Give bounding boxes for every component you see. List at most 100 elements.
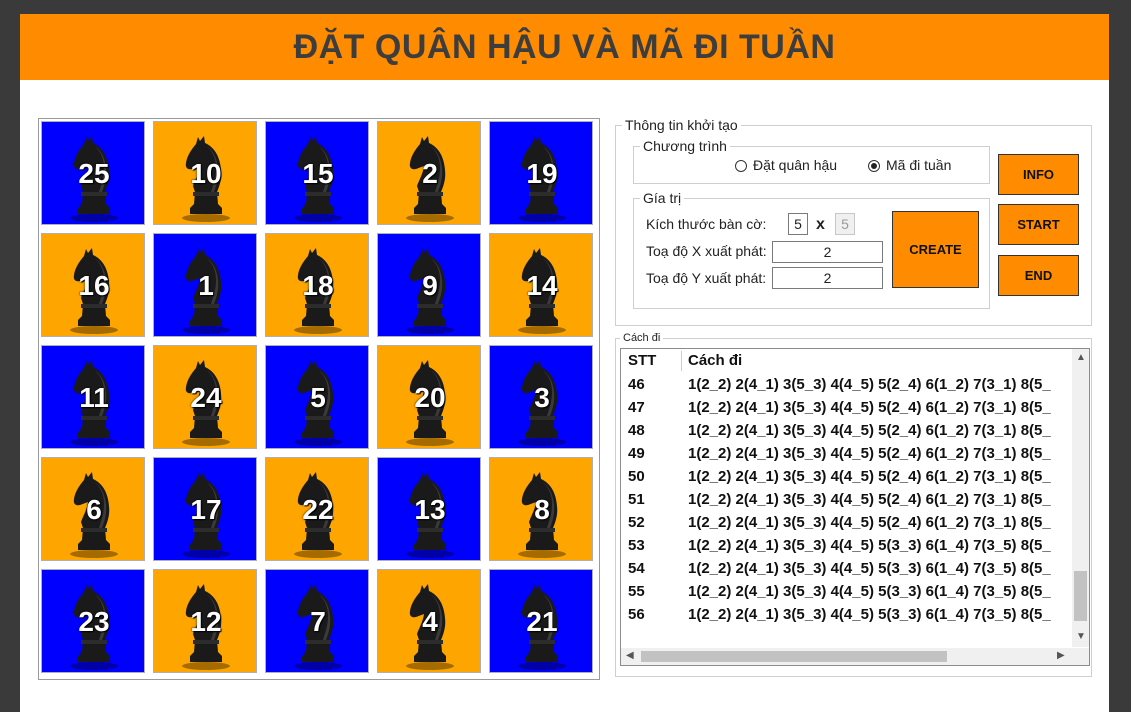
vertical-scrollbar[interactable]: ▲ ▼ [1072,349,1089,647]
horizontal-scroll-thumb[interactable] [641,651,947,662]
board-cell[interactable]: 12 [153,569,257,673]
board-cell[interactable]: 6 [41,457,145,561]
board-cell[interactable]: 10 [153,121,257,225]
board-cell[interactable]: 22 [265,457,369,561]
board-cell[interactable]: 13 [377,457,481,561]
row-moves: 1(2_2) 2(4_1) 3(5_3) 4(4_5) 5(3_3) 6(1_4… [688,560,1051,577]
board-cell[interactable]: 8 [489,457,593,561]
board-cell[interactable]: 18 [265,233,369,337]
board-cell[interactable]: 23 [41,569,145,673]
row-moves: 1(2_2) 2(4_1) 3(5_3) 4(4_5) 5(2_4) 6(1_2… [688,491,1051,508]
table-row[interactable]: 56 1(2_2) 2(4_1) 3(5_3) 4(4_5) 5(3_3) 6(1… [621,603,1071,626]
scroll-right-icon[interactable]: ▶ [1057,651,1065,661]
row-stt: 47 [628,399,645,416]
values-legend: Gía trị [640,190,685,206]
row-moves: 1(2_2) 2(4_1) 3(5_3) 4(4_5) 5(2_4) 6(1_2… [688,514,1051,531]
board-size-label: Kích thước bàn cờ: [646,216,767,232]
scroll-down-icon[interactable]: ▼ [1076,632,1086,642]
table-row[interactable]: 49 1(2_2) 2(4_1) 3(5_3) 4(4_5) 5(2_4) 6(1… [621,442,1071,465]
move-number: 9 [422,270,438,301]
table-row[interactable]: 50 1(2_2) 2(4_1) 3(5_3) 4(4_5) 5(2_4) 6(1… [621,465,1071,488]
move-number: 7 [310,606,326,637]
move-number: 2 [422,158,438,189]
table-row[interactable]: 55 1(2_2) 2(4_1) 3(5_3) 4(4_5) 5(3_3) 6(1… [621,580,1071,603]
board-cell[interactable]: 11 [41,345,145,449]
board-cell[interactable]: 4 [377,569,481,673]
table-row[interactable]: 53 1(2_2) 2(4_1) 3(5_3) 4(4_5) 5(3_3) 6(1… [621,534,1071,557]
board-cell[interactable]: 19 [489,121,593,225]
table-row[interactable]: 48 1(2_2) 2(4_1) 3(5_3) 4(4_5) 5(2_4) 6(1… [621,419,1071,442]
table-row[interactable]: 51 1(2_2) 2(4_1) 3(5_3) 4(4_5) 5(2_4) 6(1… [621,488,1071,511]
create-button[interactable]: CREATE [892,211,979,288]
row-stt: 54 [628,560,645,577]
move-number: 8 [534,494,550,525]
move-number: 6 [86,494,102,525]
row-moves: 1(2_2) 2(4_1) 3(5_3) 4(4_5) 5(3_3) 6(1_4… [688,537,1051,554]
board-cell[interactable]: 5 [265,345,369,449]
start-y-label: Toạ độ Y xuất phát: [646,270,767,286]
app-title: ĐẶT QUÂN HẬU VÀ MÃ ĐI TUẦN [293,27,836,66]
row-stt: 55 [628,583,645,600]
move-number: 4 [422,606,438,637]
table-row[interactable]: 54 1(2_2) 2(4_1) 3(5_3) 4(4_5) 5(3_3) 6(1… [621,557,1071,580]
board-cell[interactable]: 7 [265,569,369,673]
board-cell[interactable]: 20 [377,345,481,449]
size-times-label: x [816,216,825,233]
move-number: 17 [190,494,222,525]
row-moves: 1(2_2) 2(4_1) 3(5_3) 4(4_5) 5(2_4) 6(1_2… [688,399,1051,416]
row-moves: 1(2_2) 2(4_1) 3(5_3) 4(4_5) 5(2_4) 6(1_2… [688,468,1051,485]
board-cell[interactable]: 16 [41,233,145,337]
board-cell[interactable]: 3 [489,345,593,449]
board-cell[interactable]: 17 [153,457,257,561]
table-row[interactable]: 47 1(2_2) 2(4_1) 3(5_3) 4(4_5) 5(2_4) 6(1… [621,396,1071,419]
row-stt: 51 [628,491,645,508]
move-number: 5 [310,382,326,413]
move-number: 1 [198,270,214,301]
move-number: 18 [302,270,334,301]
scroll-left-icon[interactable]: ◀ [626,651,634,661]
move-number: 19 [526,158,558,189]
table-row[interactable]: 46 1(2_2) 2(4_1) 3(5_3) 4(4_5) 5(2_4) 6(1… [621,373,1071,396]
board-cell[interactable]: 21 [489,569,593,673]
column-header-stt[interactable]: STT [628,352,656,369]
chess-board: 25 10 15 2 19 16 1 18 9 14 11 24 5 20 3 6 17 22 13 8 23 12 7 4 2… [38,118,600,680]
board-cell[interactable]: 14 [489,233,593,337]
end-button[interactable]: END [998,255,1079,296]
move-number: 23 [78,606,110,637]
board-cell[interactable]: 25 [41,121,145,225]
main-window: ĐẶT QUÂN HẬU VÀ MÃ ĐI TUẦN 25 10 15 2 19 16 1 1… [20,14,1109,712]
row-moves: 1(2_2) 2(4_1) 3(5_3) 4(4_5) 5(2_4) 6(1_2… [688,445,1051,462]
move-number: 15 [302,158,334,189]
info-button[interactable]: INFO [998,154,1079,195]
move-number: 13 [414,494,446,525]
row-moves: 1(2_2) 2(4_1) 3(5_3) 4(4_5) 5(3_3) 6(1_4… [688,606,1051,623]
start-y-input[interactable]: 2 [772,267,883,289]
column-header-moves[interactable]: Cách đi [688,352,742,369]
board-cell[interactable]: 24 [153,345,257,449]
board-cell[interactable]: 15 [265,121,369,225]
move-number: 25 [78,158,110,189]
moves-table[interactable]: STT Cách đi 46 1(2_2) 2(4_1) 3(5_3) 4(4_5… [620,348,1090,666]
table-row[interactable]: 52 1(2_2) 2(4_1) 3(5_3) 4(4_5) 5(2_4) 6(1… [621,511,1071,534]
title-banner: ĐẶT QUÂN HẬU VÀ MÃ ĐI TUẦN [20,14,1109,80]
row-stt: 48 [628,422,645,439]
start-x-input[interactable]: 2 [772,241,883,263]
move-number: 14 [526,270,558,301]
move-number: 12 [190,606,222,637]
board-cell[interactable]: 2 [377,121,481,225]
radio-knight[interactable] [868,160,880,172]
horizontal-scrollbar[interactable]: ◀ ▶ [621,648,1089,665]
vertical-scroll-thumb[interactable] [1074,571,1087,621]
move-number: 3 [534,382,550,413]
move-number: 11 [79,382,109,413]
start-button[interactable]: START [998,204,1079,245]
board-cell[interactable]: 9 [377,233,481,337]
radio-queen[interactable] [735,160,747,172]
board-cell[interactable]: 1 [153,233,257,337]
radio-queen-label[interactable]: Đặt quân hậu [753,157,837,173]
row-stt: 53 [628,537,645,554]
scroll-up-icon[interactable]: ▲ [1076,353,1086,363]
radio-knight-label[interactable]: Mã đi tuần [886,157,951,173]
board-size-rows-input[interactable]: 5 [788,213,808,235]
start-x-label: Toạ độ X xuất phát: [646,243,767,259]
